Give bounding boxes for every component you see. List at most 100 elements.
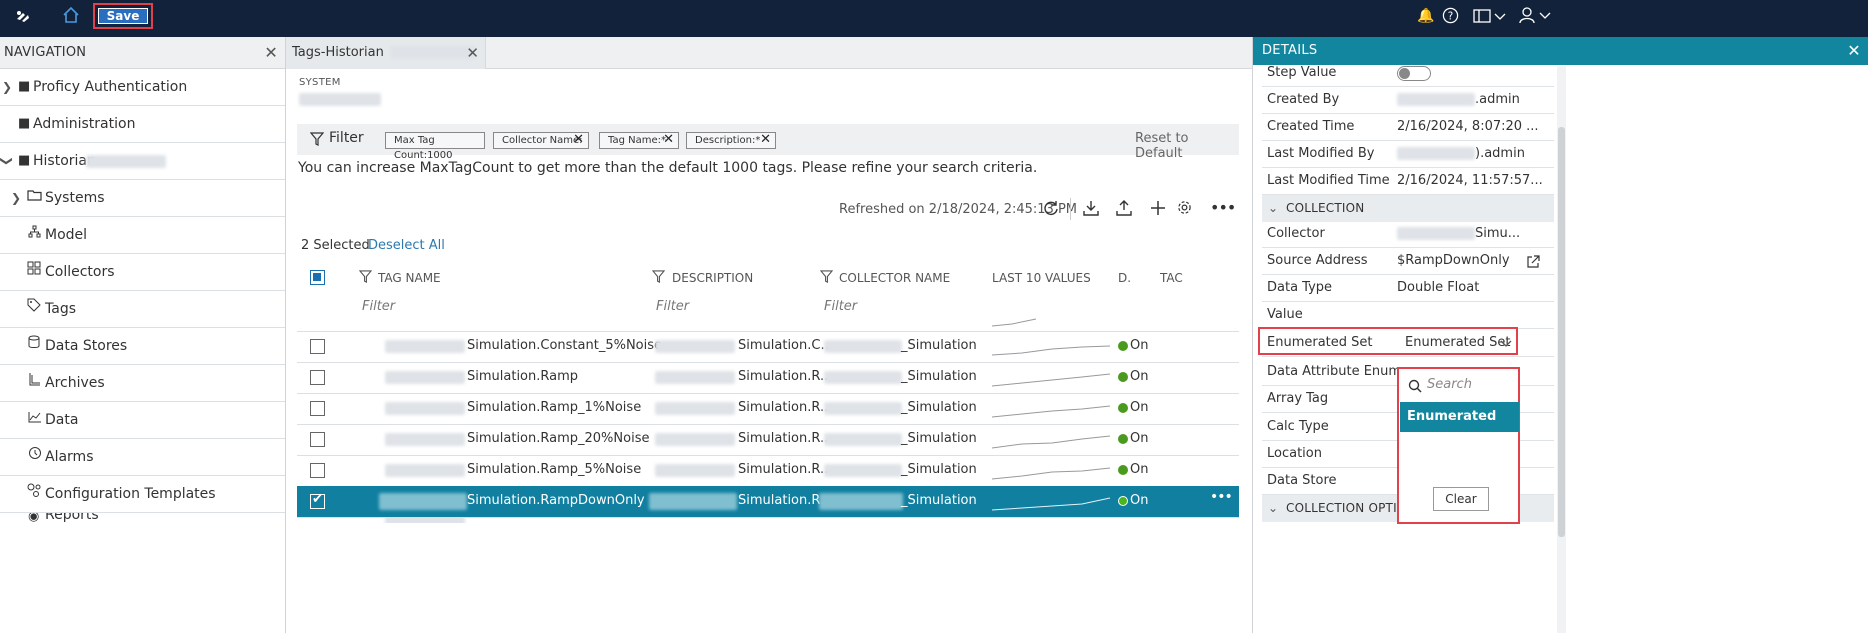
step-value-toggle[interactable]: [1397, 66, 1431, 81]
section-collection[interactable]: ⌄ COLLECTION: [1262, 195, 1554, 222]
reset-to-default-button[interactable]: Reset to Default: [1135, 131, 1239, 161]
scrollbar-thumb[interactable]: [1558, 127, 1565, 537]
nav-item-tags[interactable]: Tags: [0, 291, 285, 328]
save-button[interactable]: Save: [98, 8, 148, 24]
table-row[interactable]: Simulation.Constant_5%Noise Simulation.C…: [297, 331, 1239, 362]
refresh-icon[interactable]: [1043, 200, 1059, 220]
column-header-tag[interactable]: TAC: [1160, 271, 1183, 285]
row-checkbox[interactable]: [310, 463, 325, 478]
row-checkbox[interactable]: [310, 432, 325, 447]
chevron-down-icon[interactable]: ⌄: [1268, 195, 1278, 222]
tag-icon: [27, 291, 41, 327]
filter-label[interactable]: Filter: [329, 130, 364, 146]
remove-chip-icon[interactable]: ✕: [760, 132, 771, 147]
filter-chip-collector-name[interactable]: Collector Name: ✕: [493, 132, 589, 149]
row-checkbox[interactable]: [310, 401, 325, 416]
status-cell: On: [1130, 493, 1149, 508]
more-options-icon[interactable]: •••: [1210, 198, 1236, 217]
filter-chip-tag-name[interactable]: Tag Name:* ✕: [599, 132, 679, 149]
app-logo-icon[interactable]: [13, 7, 33, 32]
nav-item-proficy-authentication[interactable]: ❯ ■ Proficy Authentication: [0, 69, 285, 106]
row-checkbox[interactable]: [310, 339, 325, 354]
enumerated-set-select[interactable]: Enumerated Set: [1400, 333, 1514, 353]
chevron-right-icon[interactable]: ❯: [2, 69, 12, 105]
panel-divider[interactable]: [1252, 37, 1253, 633]
filter-chip-max-tag-count[interactable]: Max Tag Count:1000: [385, 132, 485, 161]
layout-icon[interactable]: [1473, 8, 1507, 29]
add-icon[interactable]: [1150, 200, 1166, 220]
dropdown-search-input[interactable]: Search: [1427, 377, 1472, 392]
nav-item-archives[interactable]: Archives: [0, 365, 285, 402]
column-header-collector-name[interactable]: COLLECTOR NAME: [839, 271, 950, 285]
table-row-selected[interactable]: ✔ Simulation.RampDownOnly Simulation.R..…: [297, 486, 1239, 517]
detail-label: Calc Type: [1267, 419, 1329, 434]
detail-label: Data Type: [1267, 280, 1333, 295]
info-message: You can increase MaxTagCount to get more…: [298, 160, 1038, 176]
nav-item-systems[interactable]: ❯ Systems: [0, 180, 285, 217]
bell-icon[interactable]: 🔔: [1417, 8, 1434, 24]
folder-outline-icon: [27, 180, 42, 216]
row-checkbox[interactable]: [310, 370, 325, 385]
folder-icon: ■: [18, 153, 31, 168]
nav-item-reports[interactable]: ◉ Reports: [0, 513, 285, 633]
upload-icon[interactable]: [1116, 200, 1132, 220]
filter-chip-description[interactable]: Description:* ✕: [686, 132, 776, 149]
detail-label: Last Modified Time: [1267, 173, 1390, 188]
close-icon[interactable]: ✕: [264, 37, 278, 69]
archive-icon: [28, 365, 42, 401]
nav-item-configuration-templates[interactable]: Configuration Templates: [0, 476, 285, 513]
nav-item-data-stores[interactable]: Data Stores: [0, 328, 285, 365]
table-row[interactable]: Simulation.Ramp_20%Noise Simulation.R...…: [297, 424, 1239, 455]
column-header-description[interactable]: DESCRIPTION: [672, 271, 753, 285]
table-row[interactable]: Simulation.Ramp_5%Noise Simulation.R... …: [297, 455, 1239, 486]
detail-label: Created Time: [1267, 119, 1355, 134]
filter-icon[interactable]: [819, 270, 834, 287]
chevron-down-icon[interactable]: ⌄: [1268, 495, 1278, 522]
filter-icon[interactable]: [358, 270, 373, 287]
filter-icon[interactable]: [651, 270, 666, 287]
select-all-checkbox[interactable]: [310, 270, 325, 285]
nav-item-historian[interactable]: ❯ ■ Historian: [0, 143, 285, 180]
chevron-down-icon[interactable]: [1500, 337, 1512, 352]
nav-item-administration[interactable]: ■ Administration: [0, 106, 285, 143]
column-header-last-10-values[interactable]: LAST 10 VALUES: [992, 271, 1091, 285]
user-icon[interactable]: [1519, 6, 1553, 29]
chart-icon: [28, 402, 42, 438]
nav-item-alarms[interactable]: Alarms: [0, 439, 285, 476]
close-icon[interactable]: ✕: [1847, 37, 1861, 65]
detail-value: ).admin: [1397, 141, 1525, 167]
status-cell: On: [1130, 338, 1149, 353]
collector-filter-input[interactable]: Filter: [824, 299, 857, 314]
close-icon[interactable]: ✕: [466, 37, 479, 69]
redacted-text: [385, 433, 465, 446]
row-checkbox-checked[interactable]: ✔: [310, 492, 325, 509]
remove-chip-icon[interactable]: ✕: [663, 132, 674, 147]
help-icon[interactable]: ?: [1442, 7, 1459, 29]
download-icon[interactable]: [1083, 200, 1099, 220]
clear-button[interactable]: Clear: [1433, 487, 1489, 511]
tag-name-filter-input[interactable]: Filter: [362, 299, 395, 314]
description-filter-input[interactable]: Filter: [656, 299, 689, 314]
remove-chip-icon[interactable]: ✕: [573, 132, 584, 147]
nav-item-label: Alarms: [45, 449, 94, 465]
nav-item-data[interactable]: Data: [0, 402, 285, 439]
filter-icon[interactable]: [309, 132, 325, 150]
panel-divider[interactable]: [285, 37, 286, 633]
nav-item-model[interactable]: Model: [0, 217, 285, 254]
table-row[interactable]: Simulation.Ramp Simulation.R... _Simulat…: [297, 362, 1239, 393]
dropdown-option[interactable]: Enumerated Set: [1400, 402, 1519, 454]
chevron-right-icon[interactable]: ❯: [11, 180, 21, 216]
column-header-d[interactable]: D.: [1118, 271, 1131, 285]
sparkline: [992, 345, 1111, 356]
tab-tags-historian[interactable]: Tags-Historian ✕: [286, 37, 486, 69]
row-more-options-icon[interactable]: •••: [1210, 489, 1233, 505]
gear-icon[interactable]: [1177, 200, 1192, 219]
section-label: COLLECTION: [1286, 201, 1365, 215]
home-icon[interactable]: [62, 6, 80, 29]
deselect-all-link[interactable]: Deselect All: [368, 238, 445, 253]
column-header-tag-name[interactable]: TAG NAME: [378, 271, 441, 285]
nav-item-collectors[interactable]: Collectors: [0, 254, 285, 291]
table-row[interactable]: Simulation.Ramp_1%Noise Simulation.R... …: [297, 393, 1239, 424]
refreshed-timestamp: Refreshed on 2/18/2024, 2:45:13 PM: [839, 202, 1078, 217]
nav-item-label: Collectors: [45, 264, 115, 280]
